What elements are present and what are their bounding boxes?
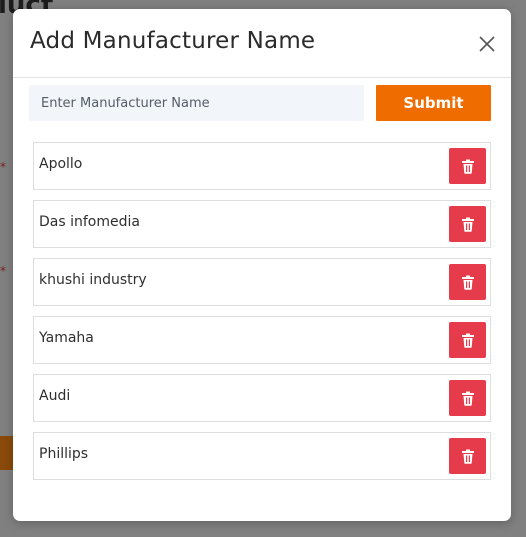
trash-icon	[461, 275, 474, 290]
delete-button[interactable]	[449, 380, 486, 416]
required-asterisk: *	[0, 160, 6, 174]
delete-button[interactable]	[449, 322, 486, 358]
manufacturer-list: Apollo Das infomedia khushi industry Yam…	[33, 142, 491, 490]
submit-button[interactable]: Submit	[376, 85, 491, 121]
required-asterisk: *	[0, 264, 6, 278]
manufacturer-list-item: Yamaha	[33, 316, 491, 364]
manufacturer-list-item: Das infomedia	[33, 200, 491, 248]
trash-icon	[461, 217, 474, 232]
manufacturer-name: Apollo	[39, 156, 83, 172]
add-manufacturer-modal: Add Manufacturer Name Submit Apollo Das …	[13, 9, 511, 521]
manufacturer-list-item: khushi industry	[33, 258, 491, 306]
close-button[interactable]	[476, 33, 498, 55]
manufacturer-name: Phillips	[39, 446, 89, 462]
manufacturer-name: Yamaha	[39, 330, 94, 346]
manufacturer-list-item: Apollo	[33, 142, 491, 190]
manufacturer-name: Audi	[39, 388, 71, 404]
close-icon	[479, 36, 495, 52]
trash-icon	[461, 333, 474, 348]
manufacturer-list-item: Audi	[33, 374, 491, 422]
modal-title: Add Manufacturer Name	[30, 28, 316, 54]
background-button	[0, 436, 14, 470]
delete-button[interactable]	[449, 206, 486, 242]
trash-icon	[461, 159, 474, 174]
manufacturer-name-input[interactable]	[29, 85, 364, 121]
manufacturer-list-item: Phillips	[33, 432, 491, 480]
trash-icon	[461, 449, 474, 464]
delete-button[interactable]	[449, 264, 486, 300]
delete-button[interactable]	[449, 438, 486, 474]
delete-button[interactable]	[449, 148, 486, 184]
modal-header: Add Manufacturer Name	[13, 9, 511, 78]
manufacturer-name: khushi industry	[39, 272, 147, 288]
manufacturer-name: Das infomedia	[39, 214, 140, 230]
trash-icon	[461, 391, 474, 406]
